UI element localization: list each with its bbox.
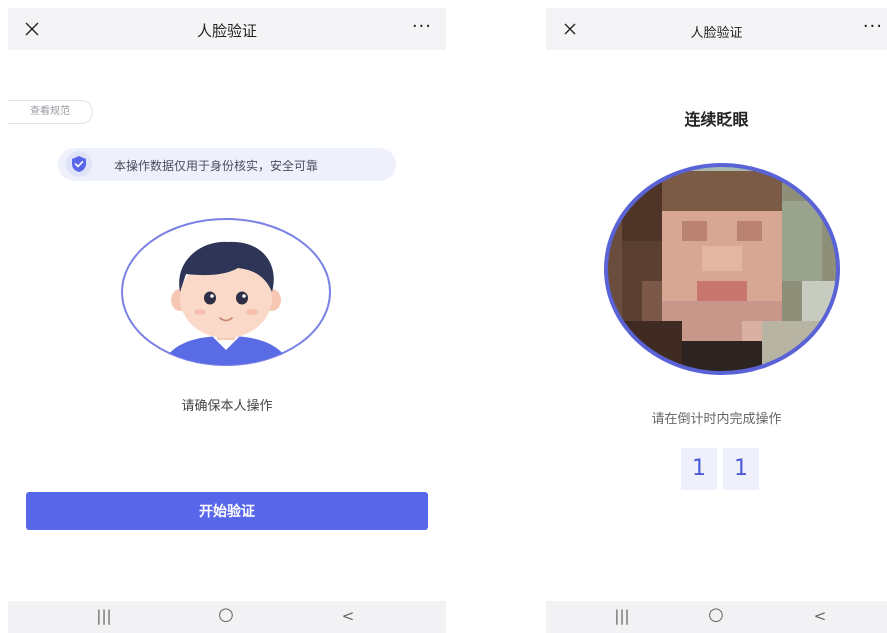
countdown-digit: 1 — [681, 448, 717, 490]
recents-button[interactable]: ||| — [84, 607, 124, 625]
page-title: 人脸验证 — [196, 22, 257, 40]
phone-screen-start: 人脸验证 ··· 查看规范 本操作数据仅用于身份核实，安全可靠 请确保本人操作 … — [8, 8, 446, 633]
phone-screen-liveness: 人脸验证 ··· 连续眨眼 请在倒计时内完成操作 1 1 ||| ○ < — [546, 8, 887, 633]
view-rules-button[interactable]: 查看规范 — [8, 100, 93, 124]
home-button[interactable]: ○ — [696, 604, 736, 625]
privacy-notice: 本操作数据仅用于身份核实，安全可靠 — [58, 148, 396, 181]
start-verification-button[interactable]: 开始验证 — [26, 492, 428, 530]
shield-check-icon — [66, 151, 92, 177]
page-title: 人脸验证 — [690, 26, 743, 41]
countdown-digit: 1 — [723, 448, 759, 490]
home-button[interactable]: ○ — [206, 604, 246, 625]
countdown-label: 请在倒计时内完成操作 — [651, 412, 782, 427]
recents-button[interactable]: ||| — [602, 607, 642, 625]
system-nav-bar: ||| ○ < — [546, 601, 887, 633]
close-icon[interactable] — [20, 17, 44, 41]
face-camera-preview — [602, 161, 842, 379]
liveness-action-title: 连续眨眼 — [684, 110, 749, 129]
countdown-timer: 1 1 — [681, 448, 771, 490]
nav-bar: 人脸验证 ··· — [8, 8, 446, 50]
nav-bar: 人脸验证 ··· — [546, 8, 887, 50]
more-options-button[interactable]: ··· — [412, 16, 432, 37]
back-button[interactable]: < — [328, 607, 368, 625]
back-button[interactable]: < — [800, 607, 840, 625]
confirm-self-hint: 请确保本人操作 — [181, 399, 273, 414]
privacy-notice-text: 本操作数据仅用于身份核实，安全可靠 — [114, 159, 319, 173]
avatar-illustration — [120, 218, 332, 368]
close-icon[interactable] — [558, 17, 582, 41]
system-nav-bar: ||| ○ < — [8, 601, 446, 633]
more-options-button[interactable]: ··· — [863, 16, 883, 37]
